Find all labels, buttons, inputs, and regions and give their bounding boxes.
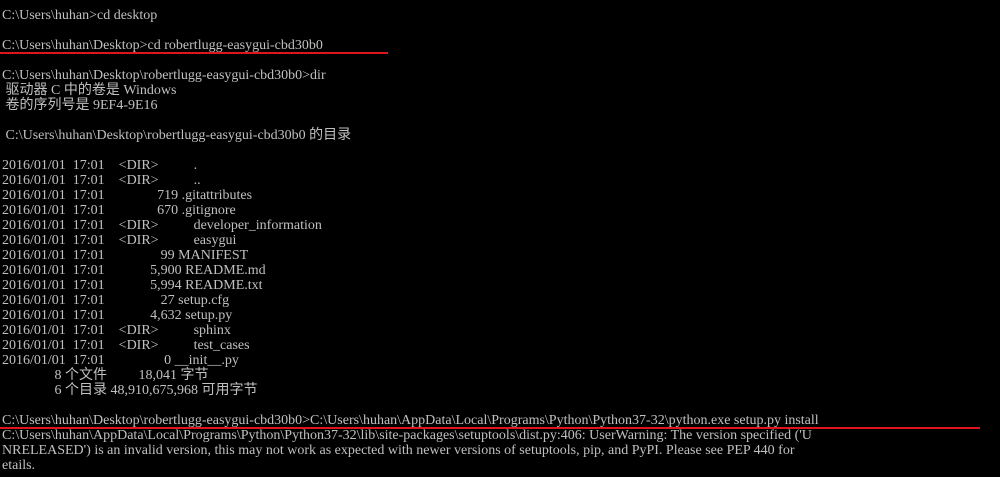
terminal-line: C:\Users\huhan\Desktop\robertlugg-easygu… [2,413,819,428]
terminal-line: 2016/01/01 17:01 5,994 README.txt [2,278,263,293]
terminal-line: 2016/01/01 17:01 0 __init__.py [2,353,239,368]
terminal-line: 2016/01/01 17:01 <DIR> test_cases [2,338,250,353]
terminal-line: 2016/01/01 17:01 99 MANIFEST [2,248,249,263]
terminal-line: NRELEASED') is an invalid version, this … [2,443,795,458]
terminal-line: 卷的序列号是 9EF4-9E16 [2,98,158,113]
terminal-line: 2016/01/01 17:01 5,900 README.md [2,263,266,278]
terminal-line: C:\Users\huhan>cd desktop [2,8,158,23]
terminal-line: 2016/01/01 17:01 27 setup.cfg [2,293,230,308]
terminal-line: C:\Users\huhan\Desktop\robertlugg-easygu… [2,128,352,143]
highlight-underline-install-command [0,427,980,429]
terminal-line: 2016/01/01 17:01 4,632 setup.py [2,308,233,323]
terminal-line: etails. [2,458,36,473]
terminal-line: C:\Users\huhan\AppData\Local\Programs\Py… [2,428,812,443]
terminal-line: C:\Users\huhan\Desktop>cd robertlugg-eas… [2,38,323,53]
terminal-line: 2016/01/01 17:01 719 .gitattributes [2,188,253,203]
terminal-line: 2016/01/01 17:01 <DIR> developer_informa… [2,218,322,233]
terminal-line: 6 个目录 48,910,675,968 可用字节 [2,383,258,398]
terminal-line: 2016/01/01 17:01 670 .gitignore [2,203,236,218]
terminal-line: 2016/01/01 17:01 <DIR> sphinx [2,323,231,338]
terminal-line: 2016/01/01 17:01 <DIR> .. [2,173,201,188]
terminal-line: 2016/01/01 17:01 <DIR> . [2,158,198,173]
terminal-window[interactable]: C:\Users\huhan>cd desktop C:\Users\huhan\… [0,0,1000,477]
terminal-line: C:\Users\huhan\Desktop\robertlugg-easygu… [2,68,326,83]
highlight-underline-cd-command [0,52,388,54]
terminal-line: 8 个文件 18,041 字节 [2,368,209,383]
terminal-line: 2016/01/01 17:01 <DIR> easygui [2,233,237,248]
terminal-line: 驱动器 C 中的卷是 Windows [2,83,177,98]
